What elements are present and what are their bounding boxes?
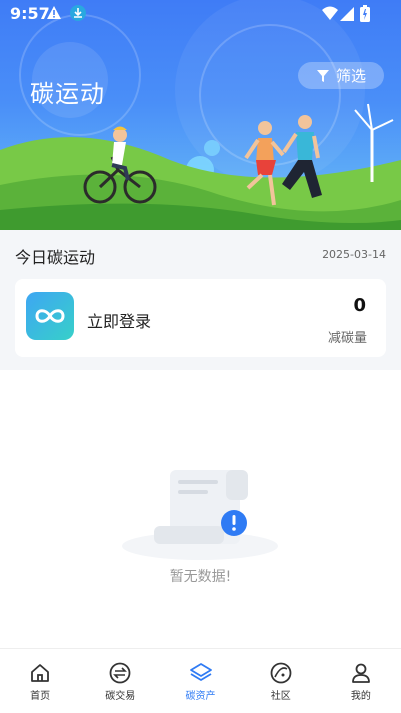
status-bar: 9:57 xyxy=(0,0,401,28)
carbon-reduction-label: 减碳量 xyxy=(327,331,367,346)
tab-profile-label: 我的 xyxy=(350,691,371,702)
download-icon xyxy=(70,5,86,21)
tab-carbon-trade[interactable]: 碳交易 xyxy=(80,649,160,713)
layers-icon xyxy=(189,663,212,681)
hero-banner: 9:57 碳运动 筛选 xyxy=(0,0,401,230)
empty-state-text: 暂无数据! xyxy=(169,569,232,585)
empty-state: 暂无数据! xyxy=(0,370,401,648)
person-icon xyxy=(352,663,370,683)
exchange-icon xyxy=(109,662,131,684)
tab-profile[interactable]: 我的 xyxy=(321,649,401,713)
battery-icon xyxy=(360,5,370,22)
section-date: 2025-03-14 xyxy=(322,248,386,261)
filter-button[interactable]: 筛选 xyxy=(298,62,384,89)
empty-document-icon xyxy=(122,470,278,560)
tab-home-label: 首页 xyxy=(30,691,51,702)
tab-community[interactable]: 社区 xyxy=(241,649,321,713)
carbon-reduction-value: 0 xyxy=(353,295,366,316)
login-card[interactable]: 立即登录 0 减碳量 xyxy=(15,279,386,357)
community-icon xyxy=(270,662,292,684)
signal-icon xyxy=(340,7,354,21)
tab-carbon-trade-label: 碳交易 xyxy=(105,691,136,702)
status-time: 9:57 xyxy=(10,4,50,23)
hero-title: 碳运动 xyxy=(30,80,105,108)
section-title: 今日碳运动 xyxy=(15,248,96,267)
tab-community-label: 社区 xyxy=(270,691,291,702)
today-section: 今日碳运动 2025-03-14 立即登录 0 减碳量 xyxy=(0,230,401,370)
login-action[interactable]: 立即登录 xyxy=(87,308,151,332)
bottom-tab-bar: 首页 碳交易 碳资产 社区 我的 xyxy=(0,648,401,713)
tab-carbon-assets-label: 碳资产 xyxy=(185,691,216,702)
tab-home[interactable]: 首页 xyxy=(0,649,80,713)
tab-carbon-assets[interactable]: 碳资产 xyxy=(160,649,240,713)
app-logo xyxy=(26,292,74,340)
home-icon xyxy=(31,664,49,682)
infinity-icon xyxy=(35,309,65,323)
wifi-icon xyxy=(322,6,338,20)
hero-illustration xyxy=(0,0,401,230)
filter-icon xyxy=(316,69,329,82)
filter-button-label: 筛选 xyxy=(335,67,366,85)
warning-icon xyxy=(47,6,61,19)
